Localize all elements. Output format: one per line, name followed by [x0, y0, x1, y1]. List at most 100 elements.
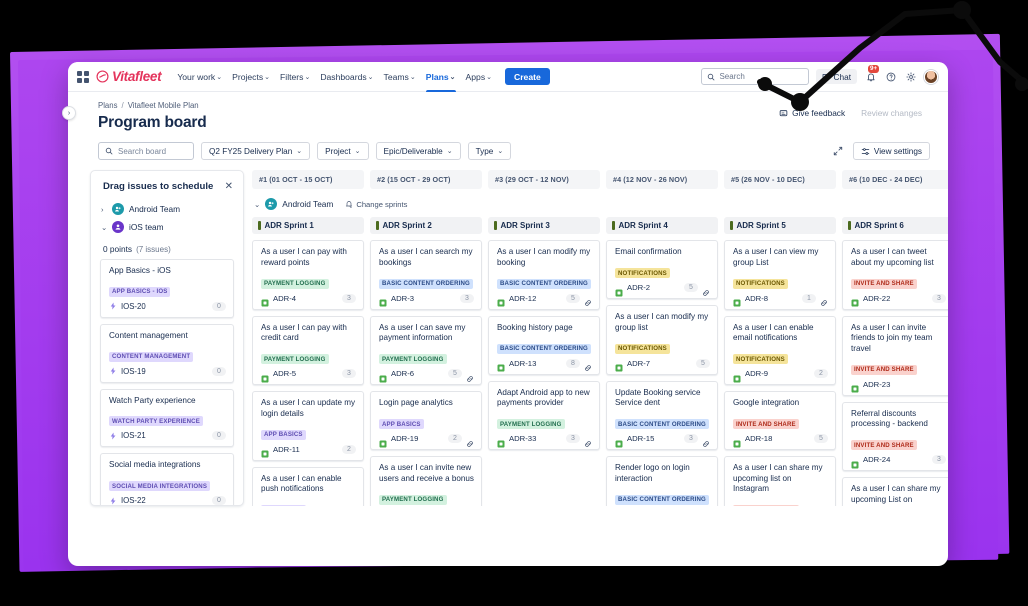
- issue-card[interactable]: As a user I can enable email notificatio…: [724, 315, 836, 386]
- issue-key[interactable]: ADR-33: [509, 434, 536, 443]
- issue-card[interactable]: As a user I can pay with reward points P…: [252, 240, 364, 310]
- issue-key[interactable]: ADR-3: [391, 294, 414, 303]
- issue-key[interactable]: ADR-4: [273, 294, 296, 303]
- issue-key[interactable]: IOS-20: [121, 302, 146, 311]
- apps-grid-icon[interactable]: [77, 70, 89, 83]
- create-button[interactable]: Create: [505, 68, 550, 85]
- issue-card[interactable]: As a user I can invite friends to join m…: [842, 315, 948, 396]
- issue-card[interactable]: As a user I can pay with credit card PAY…: [252, 315, 364, 386]
- plan-selector[interactable]: Q2 FY25 Delivery Plan ⌄: [201, 142, 311, 160]
- search-board-input[interactable]: Search board: [98, 142, 194, 160]
- nav-item-apps[interactable]: Apps ⌄: [461, 62, 497, 92]
- column-header[interactable]: ADR Sprint 2: [370, 217, 482, 234]
- drag-panel-team-android[interactable]: › Android Team: [91, 200, 243, 218]
- chat-button[interactable]: Chat: [816, 69, 857, 84]
- nav-label: Apps: [465, 71, 486, 82]
- type-filter[interactable]: Type ⌄: [467, 142, 512, 160]
- column-header[interactable]: ADR Sprint 4: [606, 217, 718, 234]
- issue-key[interactable]: ADR-5: [273, 369, 296, 378]
- view-settings-button[interactable]: View settings: [852, 142, 930, 160]
- issue-key[interactable]: ADR-8: [745, 294, 768, 303]
- breadcrumb-plans[interactable]: Plans: [98, 101, 118, 110]
- issue-key[interactable]: ADR-23: [863, 380, 890, 389]
- issue-card[interactable]: Referral discounts processing - backend …: [842, 401, 948, 472]
- issue-card[interactable]: As a user I can view my group List NOTIF…: [724, 240, 836, 310]
- issue-key[interactable]: ADR-22: [863, 294, 890, 303]
- nav-item-projects[interactable]: Projects ⌄: [227, 62, 275, 92]
- list-item[interactable]: Watch Party experience WATCH PARTY EXPER…: [100, 388, 234, 448]
- issue-card[interactable]: Google integration INVITE AND SHARE ADR-…: [724, 391, 836, 451]
- issue-card[interactable]: Email confirmation NOTIFICATIONS ADR-2 5: [606, 240, 718, 300]
- issue-card[interactable]: As a user I can update my login details …: [252, 391, 364, 461]
- nav-item-plans[interactable]: Plans ⌄: [421, 62, 461, 92]
- issue-key[interactable]: ADR-13: [509, 359, 536, 368]
- link-icon[interactable]: [584, 435, 592, 447]
- story-points: 5: [696, 358, 710, 368]
- issue-key[interactable]: ADR-2: [627, 283, 650, 292]
- issue-card[interactable]: As a user I can modify my booking BASIC …: [488, 240, 600, 310]
- issue-key[interactable]: ADR-12: [509, 294, 536, 303]
- link-icon[interactable]: [702, 435, 710, 447]
- issue-key[interactable]: IOS-22: [121, 496, 146, 505]
- gear-icon[interactable]: [904, 70, 917, 83]
- issue-card[interactable]: As a user I can tweet about my upcoming …: [842, 240, 948, 310]
- issue-card[interactable]: As a user I can share my upcoming List o…: [842, 477, 948, 506]
- column-header[interactable]: ADR Sprint 6: [842, 217, 948, 234]
- brand-logo[interactable]: Vitafleet: [96, 69, 162, 84]
- issue-key[interactable]: ADR-11: [273, 445, 300, 454]
- link-icon[interactable]: [466, 370, 474, 382]
- drag-panel-team-ios[interactable]: ⌄ iOS team: [91, 218, 243, 236]
- nav-item-dashboards[interactable]: Dashboards ⌄: [315, 62, 378, 92]
- nav-item-teams[interactable]: Teams ⌄: [379, 62, 421, 92]
- column-header[interactable]: ADR Sprint 5: [724, 217, 836, 234]
- list-item[interactable]: Content management CONTENT MANAGEMENT IO…: [100, 323, 234, 383]
- issue-key[interactable]: ADR-24: [863, 455, 890, 464]
- issue-card[interactable]: As a user I can enable push notification…: [252, 466, 364, 506]
- expand-fullscreen-icon[interactable]: [833, 146, 843, 156]
- link-icon[interactable]: [466, 435, 474, 447]
- list-item[interactable]: App Basics - iOS APP BASICS - IOS IOS-20…: [100, 259, 234, 318]
- bell-icon[interactable]: 9+: [864, 65, 880, 83]
- issue-key[interactable]: ADR-6: [391, 369, 414, 378]
- link-icon[interactable]: [820, 294, 828, 306]
- issue-card[interactable]: As a user I can modify my group list NOT…: [606, 305, 718, 375]
- card-meta: 3: [932, 455, 946, 465]
- issue-card[interactable]: Render logo on login interaction BASIC C…: [606, 456, 718, 506]
- sidebar-expand-toggle[interactable]: ›: [62, 106, 76, 120]
- issue-card[interactable]: Booking history page BASIC CONTENT ORDER…: [488, 315, 600, 375]
- list-item[interactable]: Social media integrations SOCIAL MEDIA I…: [100, 453, 234, 505]
- issue-card[interactable]: Login page analytics APP BASICS ADR-19 2: [370, 391, 482, 451]
- issue-card[interactable]: Adapt Android app to new payments provid…: [488, 380, 600, 451]
- give-feedback-button[interactable]: Give feedback: [779, 108, 845, 118]
- issue-card[interactable]: As a user I can share my upcoming list o…: [724, 456, 836, 506]
- link-icon[interactable]: [584, 294, 592, 306]
- chevron-down-icon[interactable]: ⌄: [254, 200, 260, 209]
- issue-key[interactable]: IOS-21: [121, 431, 146, 440]
- nav-item-filters[interactable]: Filters ⌄: [275, 62, 315, 92]
- epic-deliverable-filter[interactable]: Epic/Deliverable ⌄: [375, 142, 461, 160]
- avatar[interactable]: [924, 69, 938, 84]
- project-filter[interactable]: Project ⌄: [317, 142, 369, 160]
- nav-item-your-work[interactable]: Your work ⌄: [172, 62, 227, 92]
- column-header[interactable]: ADR Sprint 1: [252, 217, 364, 234]
- issue-key[interactable]: ADR-18: [745, 434, 772, 443]
- issue-card[interactable]: As a user I can invite new users and rec…: [370, 456, 482, 506]
- breadcrumb-vitafleet-mobile-plan[interactable]: Vitafleet Mobile Plan: [128, 101, 199, 110]
- close-icon[interactable]: ✕: [225, 181, 233, 192]
- issue-card[interactable]: As a user I can search my bookings BASIC…: [370, 240, 482, 310]
- issue-card[interactable]: Update Booking service Service dent BASI…: [606, 380, 718, 451]
- issue-key[interactable]: ADR-19: [391, 434, 418, 443]
- column-header[interactable]: ADR Sprint 3: [488, 217, 600, 234]
- issue-key[interactable]: IOS-19: [121, 367, 146, 376]
- card-footer: ADR-22 3: [851, 293, 946, 307]
- global-search-input[interactable]: Search: [701, 68, 810, 85]
- link-icon[interactable]: [702, 284, 710, 296]
- chat-icon: [823, 73, 830, 80]
- issue-key[interactable]: ADR-7: [627, 359, 650, 368]
- link-icon[interactable]: [584, 359, 592, 371]
- help-icon[interactable]: [884, 70, 897, 83]
- change-sprints-button[interactable]: Change sprints: [345, 200, 407, 209]
- issue-key[interactable]: ADR-15: [627, 434, 654, 443]
- issue-key[interactable]: ADR-9: [745, 369, 768, 378]
- issue-card[interactable]: As a user I can save my payment informat…: [370, 315, 482, 386]
